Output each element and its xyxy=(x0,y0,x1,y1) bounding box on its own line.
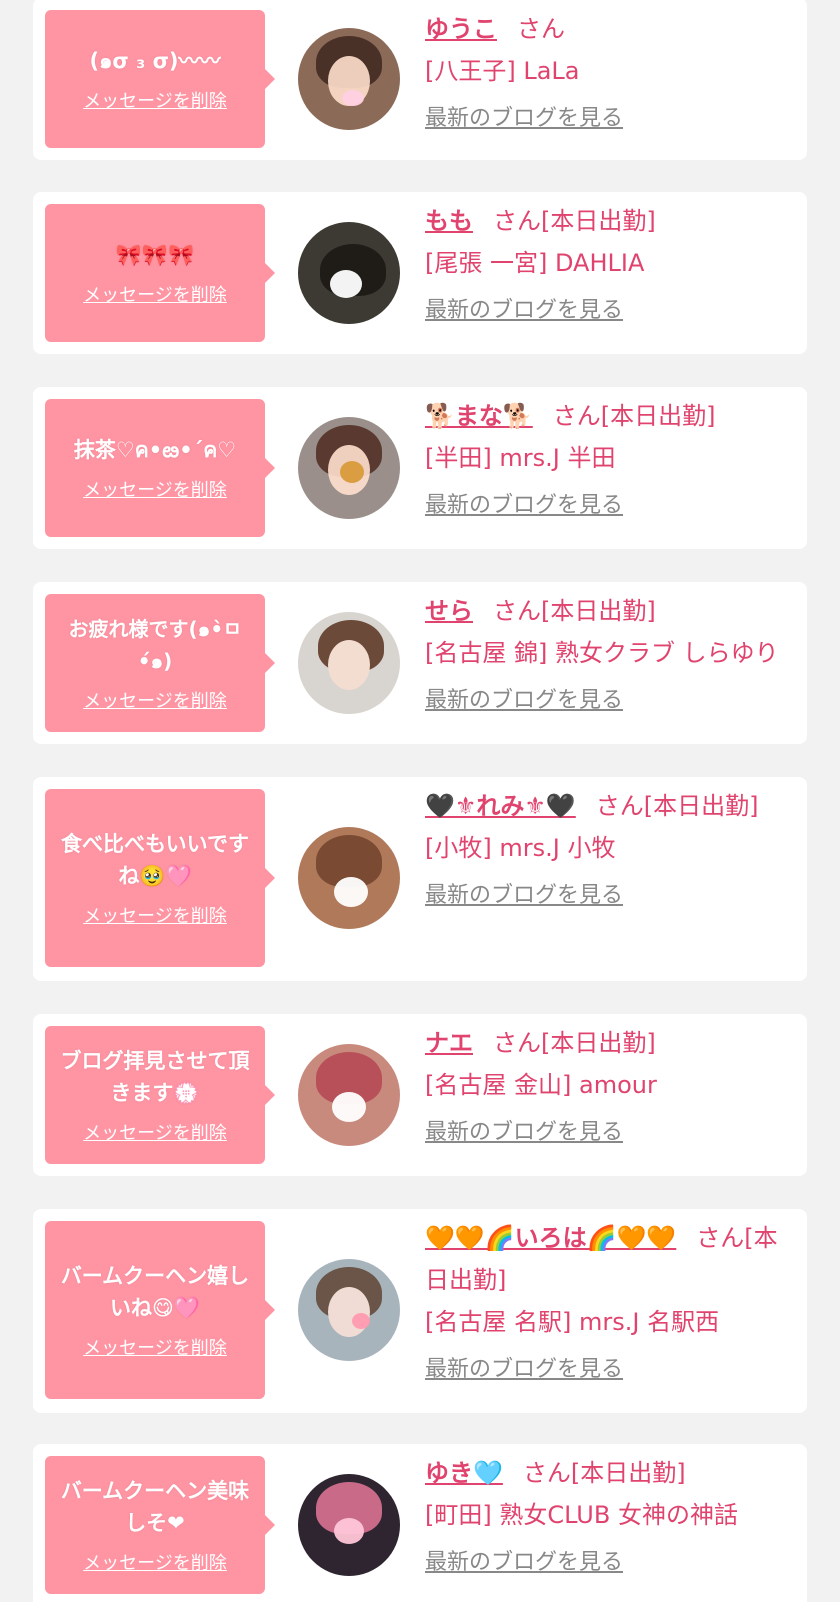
honorific: さん xyxy=(517,15,565,43)
message-bubble: バームクーヘン嬉しいね😋🩷 メッセージを削除 xyxy=(45,1221,275,1399)
name-link[interactable]: もも xyxy=(425,207,473,235)
delete-message-link[interactable]: メッセージを削除 xyxy=(83,902,227,928)
avatar[interactable] xyxy=(298,827,400,929)
message-text: バームクーヘン美味しそ❤ xyxy=(60,1479,250,1535)
list-item: バームクーヘン嬉しいね😋🩷 メッセージを削除 🧡🧡🌈いろは🌈🧡🧡 さん[本日出勤]… xyxy=(33,1209,807,1413)
message-bubble: 🎀🎀🎀 メッセージを削除 xyxy=(45,204,275,342)
avatar[interactable] xyxy=(298,417,400,519)
shop-name: [八王子] LaLa xyxy=(425,57,580,85)
list-item: お疲れ様です(๑•̀ㅁ•́๑) メッセージを削除 せら さん[本日出勤] [名古屋… xyxy=(33,582,807,744)
honorific: さん xyxy=(696,1224,745,1252)
list-item: 食べ比べもいいですね🥹🩷 メッセージを削除 🖤⚜れみ⚜🖤 さん[本日出勤] [小牧… xyxy=(33,777,807,981)
avatar[interactable] xyxy=(298,28,400,130)
message-bubble: 抹茶♡ค•ఴ•´ค♡ メッセージを削除 xyxy=(45,399,275,537)
message-bubble: ブログ拝見させて頂きます💮 メッセージを削除 xyxy=(45,1026,275,1164)
shop-name: [小牧] mrs.J 小牧 xyxy=(425,834,616,862)
delete-message-link[interactable]: メッセージを削除 xyxy=(83,1119,227,1145)
honorific: さん xyxy=(493,1029,541,1057)
avatar[interactable] xyxy=(298,1259,400,1361)
delete-message-link[interactable]: メッセージを削除 xyxy=(83,476,227,502)
name-link[interactable]: ゆうこ xyxy=(425,15,497,43)
shop-name: [名古屋 名駅] mrs.J 名駅西 xyxy=(425,1308,720,1336)
work-status: [本日出勤] xyxy=(541,207,656,235)
delete-message-link[interactable]: メッセージを削除 xyxy=(83,1549,227,1575)
latest-blog-link[interactable]: 最新のブログを見る xyxy=(425,294,623,328)
list-item: 🎀🎀🎀 メッセージを削除 もも さん[本日出勤] [尾張 一宮] DAHLIA 最… xyxy=(33,192,807,354)
avatar[interactable] xyxy=(298,1474,400,1576)
honorific: さん xyxy=(493,597,541,625)
message-text: 食べ比べもいいですね🥹🩷 xyxy=(61,832,249,888)
work-status: [本日出勤] xyxy=(541,597,656,625)
avatar[interactable] xyxy=(298,1044,400,1146)
avatar[interactable] xyxy=(298,222,400,324)
message-bubble: 食べ比べもいいですね🥹🩷 メッセージを削除 xyxy=(45,789,275,967)
name-link[interactable]: 🐕まな🐕 xyxy=(425,402,533,430)
latest-blog-link[interactable]: 最新のブログを見る xyxy=(425,1116,623,1150)
latest-blog-link[interactable]: 最新のブログを見る xyxy=(425,879,623,913)
honorific: さん xyxy=(493,207,541,235)
latest-blog-link[interactable]: 最新のブログを見る xyxy=(425,489,623,523)
latest-blog-link[interactable]: 最新のブログを見る xyxy=(425,684,623,718)
message-bubble: (๑σ ₃ σ)〰〰 メッセージを削除 xyxy=(45,10,275,148)
delete-message-link[interactable]: メッセージを削除 xyxy=(83,281,227,307)
work-status: [本日出勤] xyxy=(643,792,759,820)
shop-name: [名古屋 金山] amour xyxy=(425,1071,657,1099)
message-text: (๑σ ₃ σ)〰〰 xyxy=(89,49,221,73)
work-status: [本日出勤] xyxy=(541,1029,656,1057)
work-status: [本日出勤] xyxy=(570,1459,686,1487)
latest-blog-link[interactable]: 最新のブログを見る xyxy=(425,102,623,136)
work-status: [本日出勤] xyxy=(600,402,716,430)
message-bubble: お疲れ様です(๑•̀ㅁ•́๑) メッセージを削除 xyxy=(45,594,275,732)
honorific: さん xyxy=(522,1459,571,1487)
message-text: 🎀🎀🎀 xyxy=(115,243,195,267)
message-text: お疲れ様です(๑•̀ㅁ•́๑) xyxy=(68,617,242,673)
message-text: 抹茶♡ค•ఴ•´ค♡ xyxy=(73,438,237,462)
delete-message-link[interactable]: メッセージを削除 xyxy=(83,687,227,713)
honorific: さん xyxy=(595,792,644,820)
name-link[interactable]: ゆき🩵 xyxy=(425,1459,503,1487)
list-item: (๑σ ₃ σ)〰〰 メッセージを削除 ゆうこ さん [八王子] LaLa 最新の… xyxy=(33,0,807,160)
shop-name: [尾張 一宮] DAHLIA xyxy=(425,249,645,277)
message-text: ブログ拝見させて頂きます💮 xyxy=(60,1049,250,1105)
name-link[interactable]: ナエ xyxy=(425,1029,473,1057)
shop-name: [名古屋 錦] 熟女クラブ しらゆり xyxy=(425,639,779,667)
delete-message-link[interactable]: メッセージを削除 xyxy=(83,1334,227,1360)
name-link[interactable]: せら xyxy=(425,597,473,625)
delete-message-link[interactable]: メッセージを削除 xyxy=(83,87,227,113)
favorite-list: (๑σ ₃ σ)〰〰 メッセージを削除 ゆうこ さん [八王子] LaLa 最新の… xyxy=(0,0,840,1602)
latest-blog-link[interactable]: 最新のブログを見る xyxy=(425,1546,623,1580)
name-link[interactable]: 🧡🧡🌈いろは🌈🧡🧡 xyxy=(425,1224,676,1252)
avatar[interactable] xyxy=(298,612,400,714)
message-text: バームクーヘン嬉しいね😋🩷 xyxy=(60,1264,250,1320)
latest-blog-link[interactable]: 最新のブログを見る xyxy=(425,1353,623,1387)
message-bubble: バームクーヘン美味しそ❤ メッセージを削除 xyxy=(45,1456,275,1594)
name-link[interactable]: 🖤⚜れみ⚜🖤 xyxy=(425,792,576,820)
honorific: さん xyxy=(552,402,601,430)
list-item: 抹茶♡ค•ఴ•´ค♡ メッセージを削除 🐕まな🐕 さん[本日出勤] [半田] mr… xyxy=(33,387,807,549)
shop-name: [町田] 熟女CLUB 女神の神話 xyxy=(425,1501,738,1529)
shop-name: [半田] mrs.J 半田 xyxy=(425,444,616,472)
list-item: バームクーヘン美味しそ❤ メッセージを削除 ゆき🩵 さん[本日出勤] [町田] 熟… xyxy=(33,1444,807,1602)
list-item: ブログ拝見させて頂きます💮 メッセージを削除 ナエ さん[本日出勤] [名古屋 金… xyxy=(33,1014,807,1176)
